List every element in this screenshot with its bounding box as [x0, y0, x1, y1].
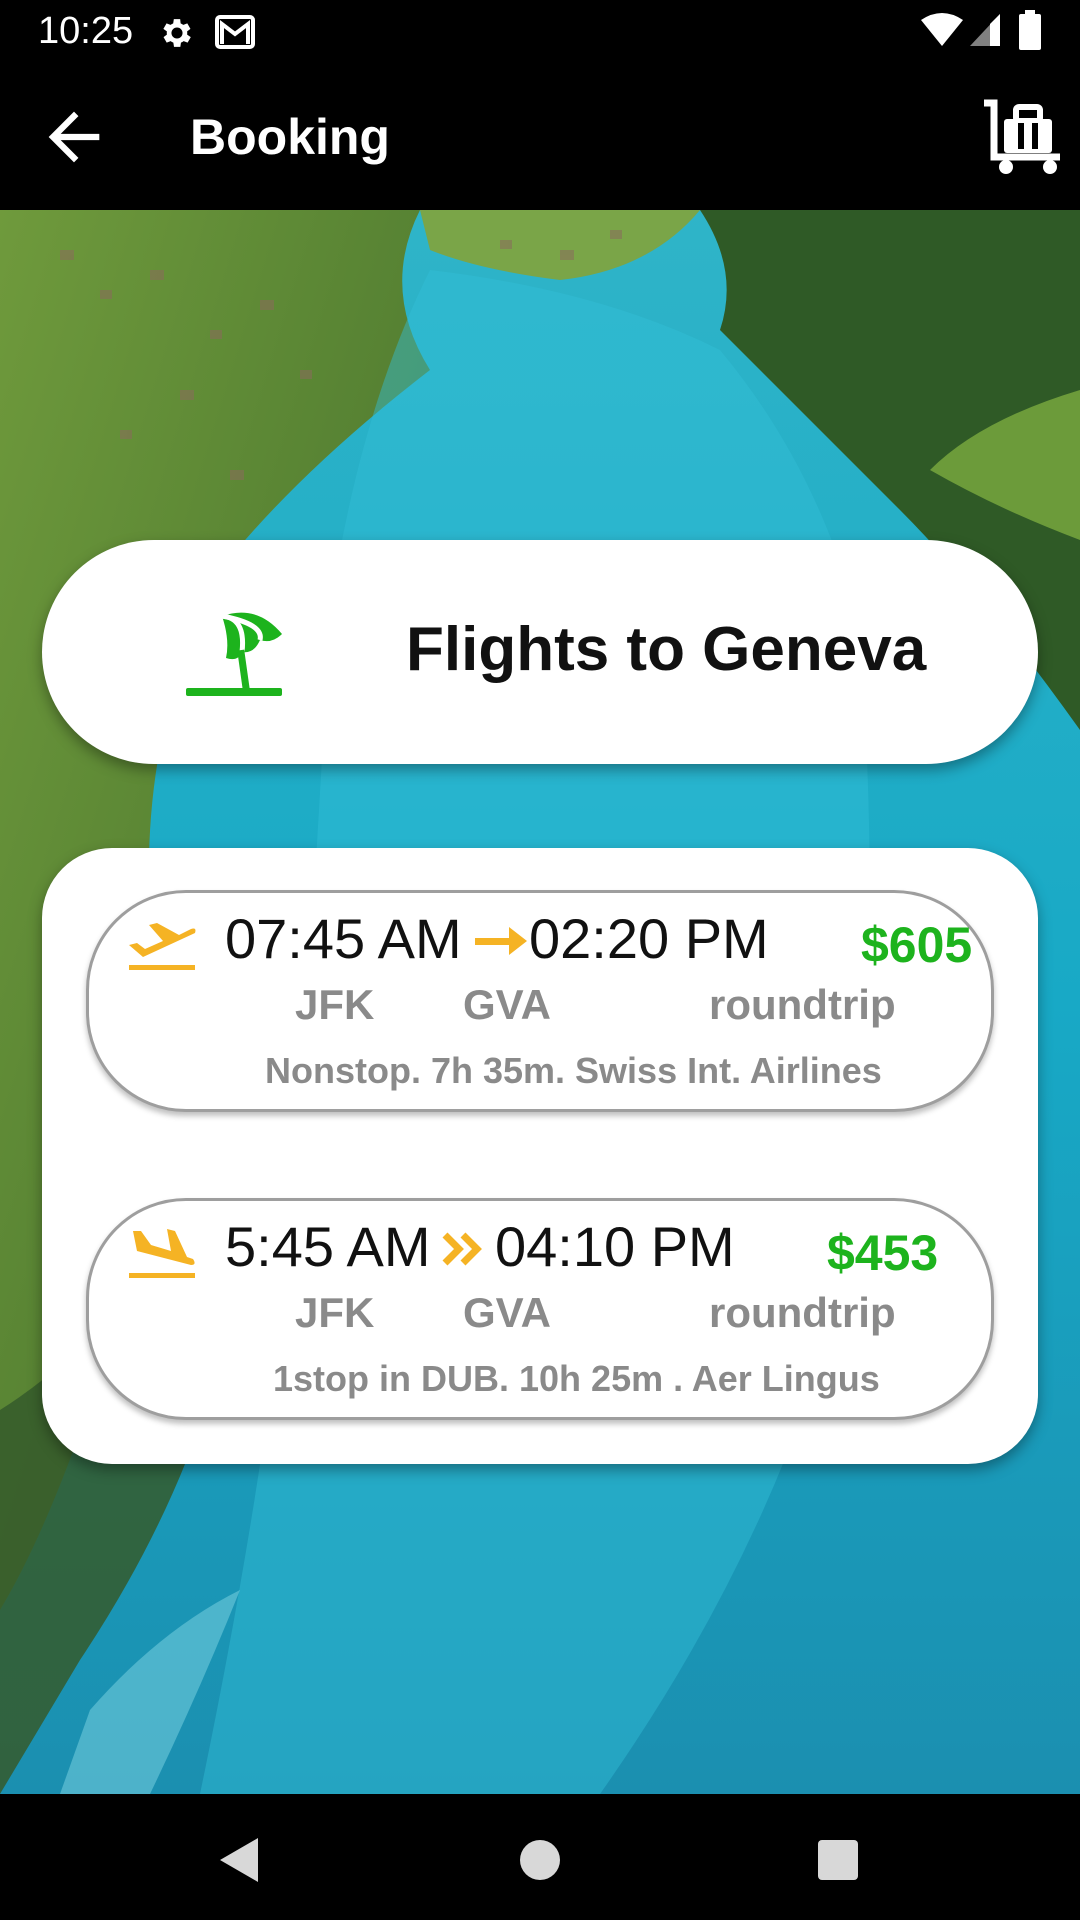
status-time: 10:25	[38, 10, 134, 52]
recents-square-icon	[818, 1840, 858, 1880]
destination-code: GVA	[463, 981, 551, 1028]
departure-time: 07:45 AM	[225, 907, 462, 970]
nav-back-button[interactable]	[204, 1824, 274, 1894]
arrow-right-icon	[475, 921, 529, 966]
luggage-button[interactable]	[980, 97, 1064, 177]
settings-icon	[158, 14, 196, 57]
destination-code: GVA	[463, 1289, 551, 1336]
arrival-time: 04:10 PM	[495, 1215, 735, 1278]
app-bar: Booking	[0, 63, 1080, 210]
flight-option-card[interactable]: 07:45 AM 02:20 PM $605 JFK GVA roundtrip…	[86, 890, 994, 1112]
beach-umbrella-icon	[182, 604, 302, 704]
page-title: Booking	[190, 109, 390, 165]
double-chevron-right-icon	[441, 1229, 487, 1274]
price-label: $453	[827, 1225, 939, 1281]
wifi-icon	[920, 12, 964, 53]
nav-home-button[interactable]	[505, 1824, 575, 1894]
back-triangle-icon	[220, 1838, 258, 1882]
flight-land-icon	[127, 1223, 197, 1279]
back-button[interactable]	[36, 99, 112, 175]
arrow-back-icon	[48, 111, 100, 163]
flight-results-panel: 07:45 AM 02:20 PM $605 JFK GVA roundtrip…	[42, 848, 1038, 1464]
home-circle-icon	[520, 1840, 560, 1880]
destination-header-card: Flights to Geneva	[42, 540, 1038, 764]
flight-details: Nonstop. 7h 35m. Swiss Int. Airlines	[265, 1050, 882, 1091]
battery-icon	[1018, 10, 1042, 55]
nav-recents-button[interactable]	[803, 1824, 873, 1894]
gmail-icon	[214, 14, 256, 55]
origin-code: JFK	[295, 1289, 375, 1336]
system-navigation-bar	[0, 1794, 1080, 1920]
trip-type: roundtrip	[709, 1289, 896, 1336]
luggage-cart-icon	[984, 99, 1060, 174]
departure-time: 5:45 AM	[225, 1215, 431, 1278]
signal-icon	[968, 12, 1002, 53]
flight-details: 1stop in DUB. 10h 25m . Aer Lingus	[273, 1358, 880, 1399]
flight-takeoff-icon	[127, 915, 197, 971]
trip-type: roundtrip	[709, 981, 896, 1028]
destination-title: Flights to Geneva	[406, 615, 927, 684]
price-label: $605	[861, 917, 973, 973]
arrival-time: 02:20 PM	[529, 907, 769, 970]
flight-option-card[interactable]: 5:45 AM 04:10 PM $453 JFK GVA roundtrip …	[86, 1198, 994, 1420]
status-bar: 10:25	[0, 0, 1080, 63]
origin-code: JFK	[295, 981, 375, 1028]
